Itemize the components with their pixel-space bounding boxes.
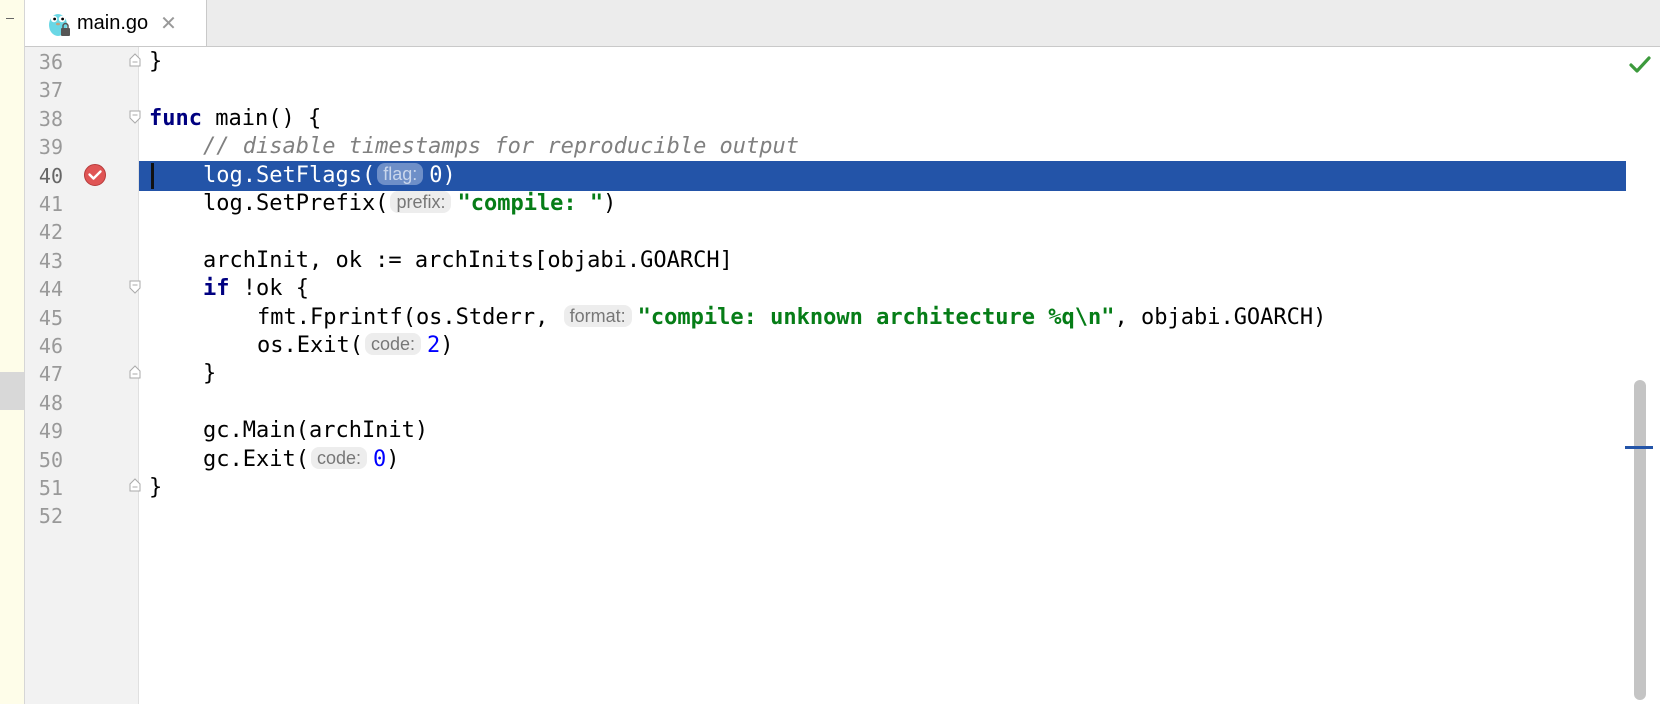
code-line-44: if !ok { [203,274,1660,304]
breakpoint-icon[interactable] [83,163,107,187]
code-text: log.SetPrefix( [203,191,389,216]
line-number: 50 [38,447,63,472]
line-number: 47 [38,362,63,387]
execution-line-40: log.SetFlags(flag: 0) [139,160,1626,191]
code-text: ) [603,191,617,216]
string-literal: "compile: unknown architecture %q\n" [637,304,1115,330]
editor-tab-bar: main.go ✕ [25,0,1660,47]
parameter-hint: code: [310,446,368,469]
text-caret [151,162,154,189]
code-text: fmt.Fprintf(os.Stderr, [257,304,562,330]
gopher-icon [49,14,70,36]
tab-label: main.go [77,11,149,34]
code-line-49: gc.Main(archInit) [203,416,1660,446]
code-line-41: log.SetPrefix(prefix: "compile: ") [203,189,1660,219]
code-line-39: // disable timestamps for reproducible o… [203,132,1660,162]
line-number: 42 [38,220,63,245]
code-text: } [149,475,163,500]
comment: // disable timestamps for reproducible o… [203,134,800,160]
line-number: 52 [38,504,63,529]
line-number: 46 [38,334,63,358]
tool-strip-marker [0,372,24,410]
number-literal: 2 [427,333,441,358]
keyword: if [203,276,230,302]
parameter-hint: format: [563,304,632,327]
code-editor[interactable]: } func main() { // disable timestamps fo… [139,47,1660,704]
line-number: 51 [38,476,63,500]
code-text: ) [386,446,400,472]
tab-main-go[interactable]: main.go ✕ [25,0,207,46]
error-stripe-marker[interactable] [1625,446,1653,449]
code-text: !ok { [229,276,309,302]
line-number: 41 [38,192,63,216]
code-text: } [149,49,163,74]
line-number: 44 [38,277,63,302]
code-line-36: } [149,47,1660,77]
code-line-38: func main() { [149,104,1660,134]
left-tool-strip [0,0,25,704]
code-text: os.Exit( [257,333,363,358]
number-literal: 0 [373,446,387,472]
code-text: main() { [201,105,322,131]
checkmark-icon[interactable] [1628,54,1652,76]
parameter-hint: flag: [377,162,424,185]
line-number: 49 [38,419,63,444]
code-text: gc.Main(archInit) [203,418,429,444]
code-line-50: gc.Exit(code: 0) [203,445,1660,475]
line-number: 38 [38,106,63,131]
code-text: log.SetFlags( [203,162,376,188]
parameter-hint: prefix: [390,191,452,213]
code-text: archInit, ok := archInits[objabi.GOARCH] [203,247,733,273]
line-number: 48 [38,390,63,415]
number-literal: 0 [429,162,443,188]
line-number: 37 [38,78,63,103]
code-text: } [203,361,217,387]
code-line-43: archInit, ok := archInits[objabi.GOARCH] [203,246,1660,276]
scrollbar-thumb[interactable] [1634,380,1646,700]
code-line-46: os.Exit(code: 2) [257,331,1660,361]
code-line-47: } [203,359,1660,389]
close-tab-icon[interactable]: ✕ [160,11,177,35]
code-line-51: } [149,473,1660,503]
vertical-scrollbar[interactable] [1628,380,1650,704]
editor-gutter[interactable]: 36 37 38 39 40 41 42 43 44 45 46 47 48 4… [25,47,141,704]
line-number: 45 [38,305,63,330]
line-number: 43 [38,248,63,273]
code-text: ) [442,162,456,188]
parameter-hint: code: [364,333,422,355]
line-number: 39 [38,135,63,160]
line-number: 36 [38,50,63,74]
code-text: , objabi.GOARCH) [1114,304,1327,330]
collapse-icon[interactable] [6,18,14,19]
code-text: gc.Exit( [203,446,309,472]
line-number: 40 [38,163,63,188]
code-line-45: fmt.Fprintf(os.Stderr, format: "compile: … [257,303,1660,333]
code-text: ) [440,333,454,358]
string-literal: "compile: " [457,191,604,216]
keyword: func [149,105,202,131]
